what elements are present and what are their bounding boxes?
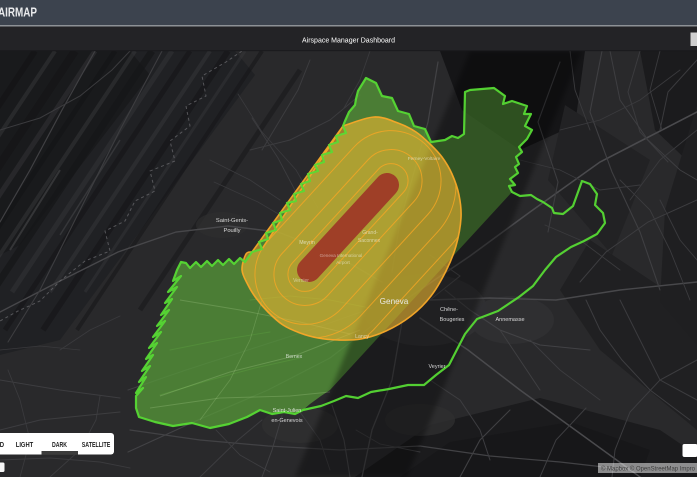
svg-text:Airport: Airport: [336, 260, 350, 265]
svg-text:SATELLITE: SATELLITE: [82, 442, 111, 449]
svg-text:Bernex: Bernex: [286, 354, 303, 360]
svg-text:Airspace Manager Dashboard: Airspace Manager Dashboard: [302, 36, 395, 45]
svg-text:AIRMAP: AIRMAP: [0, 5, 37, 20]
svg-text:en-Genevois: en-Genevois: [271, 418, 302, 424]
svg-text:LIGHT: LIGHT: [16, 442, 34, 449]
svg-text:© Mapbox © OpenStreetMap Impro: © Mapbox © OpenStreetMap Impro: [601, 466, 696, 473]
svg-text:Lancy: Lancy: [355, 334, 369, 340]
svg-text:STANDARD: STANDARD: [0, 442, 4, 449]
svg-text:Geneva International: Geneva International: [320, 253, 363, 258]
svg-text:Geneva: Geneva: [380, 297, 409, 306]
svg-text:Pouilly: Pouilly: [223, 228, 240, 234]
svg-text:Vernier: Vernier: [293, 278, 309, 284]
svg-text:Saconnex: Saconnex: [358, 238, 381, 244]
svg-text:Ferney-Voltaire: Ferney-Voltaire: [408, 156, 441, 162]
svg-text:Saint-Julien: Saint-Julien: [273, 408, 302, 414]
svg-text:Annemasse: Annemasse: [495, 317, 524, 323]
svg-text:Meyrin: Meyrin: [299, 240, 315, 246]
svg-text:Chêne-: Chêne-: [440, 307, 458, 313]
svg-text:Saint-Genis-: Saint-Genis-: [216, 218, 248, 224]
svg-text:Grand-: Grand-: [362, 230, 378, 236]
svg-text:DARK: DARK: [52, 442, 67, 449]
svg-text:Veyrier: Veyrier: [428, 364, 445, 370]
svg-text:Bougeries: Bougeries: [440, 317, 465, 323]
